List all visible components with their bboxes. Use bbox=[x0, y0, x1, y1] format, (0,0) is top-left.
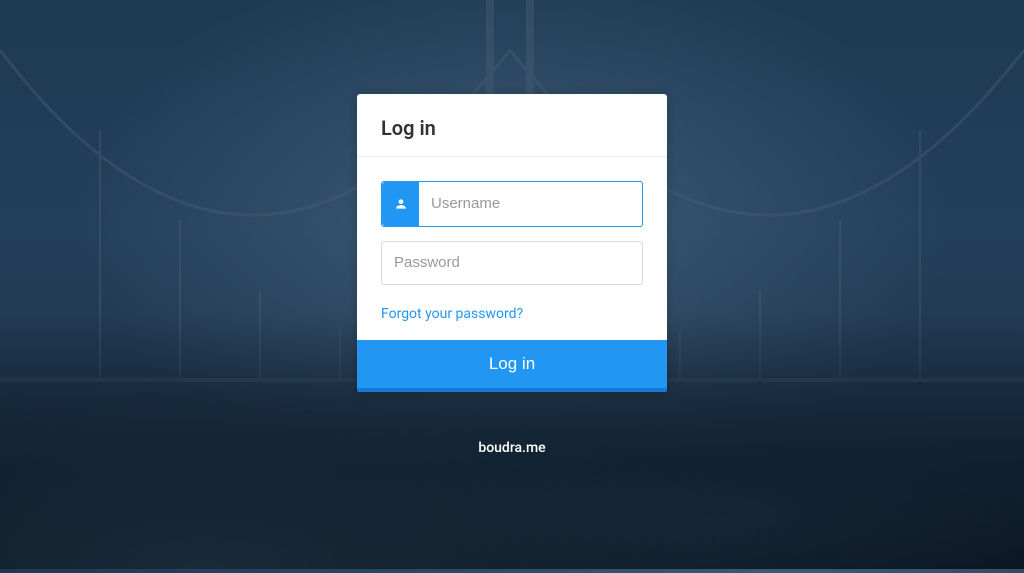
forgot-password-link[interactable]: Forgot your password? bbox=[381, 306, 523, 322]
password-input[interactable] bbox=[381, 241, 643, 285]
username-input[interactable] bbox=[419, 182, 642, 226]
footer-text: boudra.me bbox=[478, 440, 545, 456]
username-group bbox=[381, 181, 643, 227]
card-header: Log in bbox=[357, 94, 667, 157]
card-body: Forgot your password? bbox=[357, 157, 667, 340]
card-title: Log in bbox=[381, 116, 643, 140]
user-icon bbox=[382, 182, 419, 226]
login-button[interactable]: Log in bbox=[357, 340, 667, 392]
login-card: Log in Forgot your password? Log in bbox=[357, 94, 667, 392]
